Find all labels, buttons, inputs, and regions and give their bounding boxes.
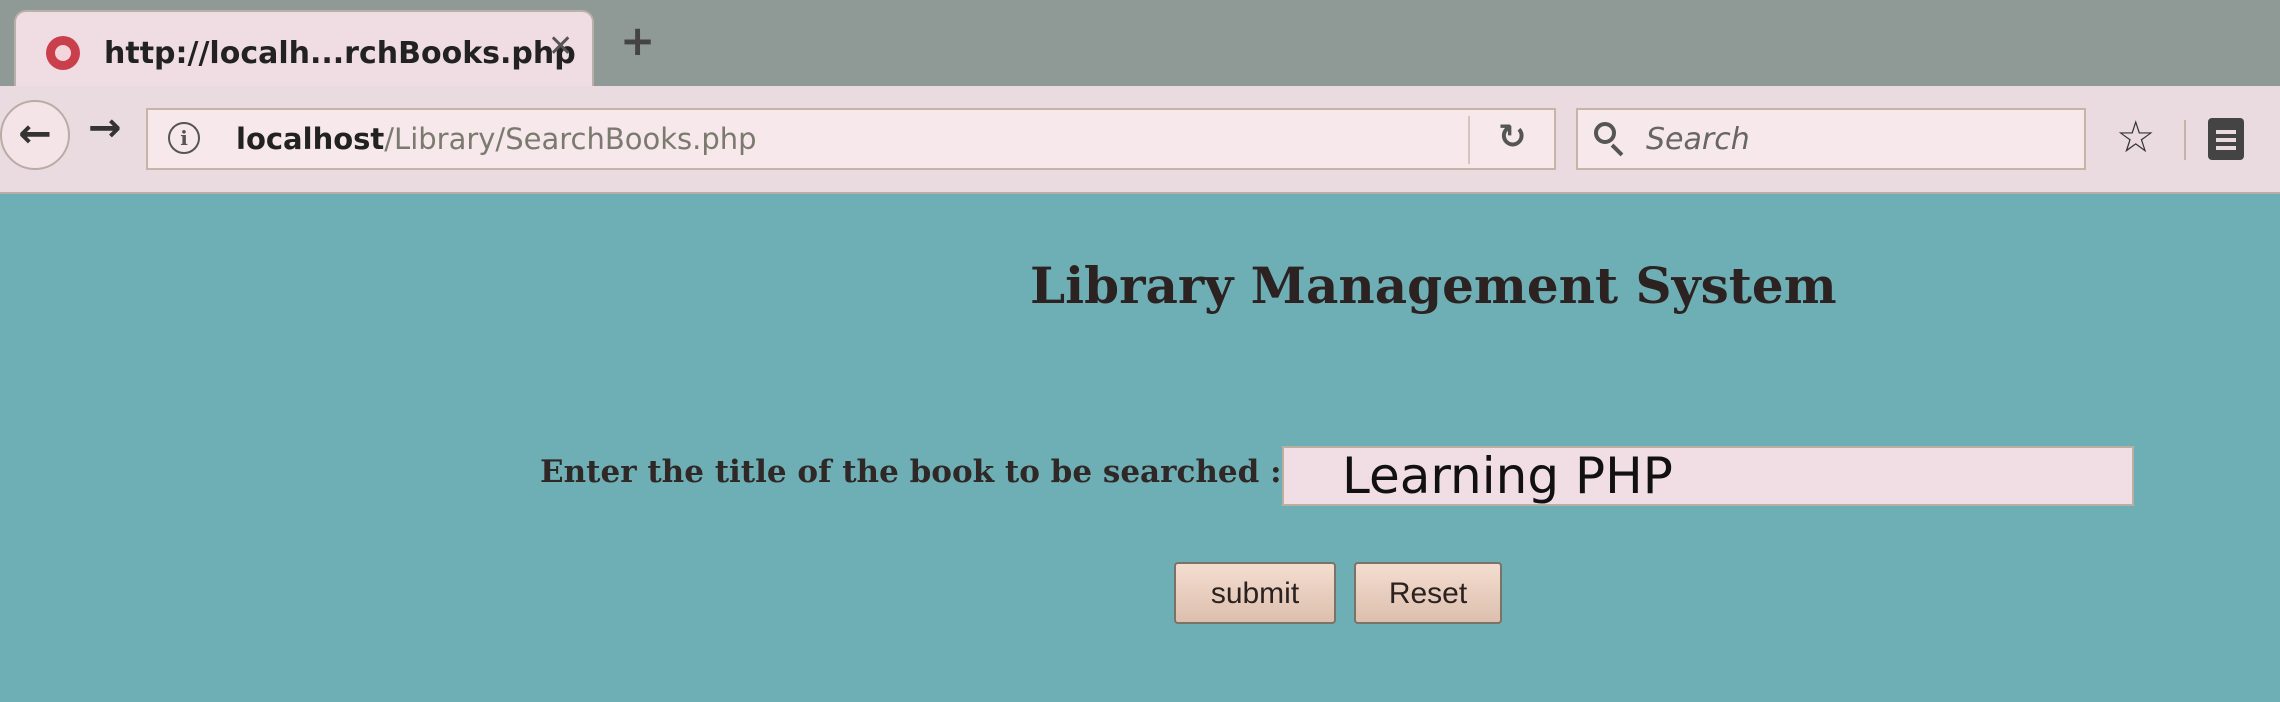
browser-tab[interactable]: http://localh...rchBooks.php ✕ [14,10,594,90]
browser-search-bar[interactable]: Search [1576,108,2086,170]
back-arrow-icon: ← [18,111,52,157]
page-content: Library Management System Enter the titl… [0,194,2280,702]
navigation-bar: ← → i localhost/Library/SearchBooks.php … [0,86,2280,194]
tab-title: http://localh...rchBooks.php [104,36,576,71]
tab-strip: http://localh...rchBooks.php ✕ + [0,0,2280,90]
close-tab-icon[interactable]: ✕ [548,32,573,62]
bookmark-star-icon[interactable]: ☆ [2116,116,2155,160]
book-title-input[interactable] [1282,446,2134,506]
url-text[interactable]: localhost/Library/SearchBooks.php [236,122,757,156]
toolbar-divider [2184,120,2186,160]
url-host: localhost [236,122,385,156]
new-tab-button[interactable]: + [620,20,655,62]
reload-icon[interactable]: ↻ [1498,120,1527,154]
reading-list-icon[interactable] [2208,118,2244,160]
back-button[interactable]: ← [0,100,70,170]
page-title: Library Management System [1030,256,1837,315]
search-placeholder: Search [1646,122,1750,157]
url-path: /Library/SearchBooks.php [384,122,757,156]
submit-button[interactable]: submit [1174,562,1336,624]
address-bar[interactable]: i localhost/Library/SearchBooks.php ↻ [146,108,1556,170]
site-favicon-icon [46,36,80,70]
forward-button[interactable]: → [88,108,122,148]
reset-button[interactable]: Reset [1354,562,1502,624]
info-icon[interactable]: i [168,122,200,154]
search-icon [1594,122,1616,144]
address-bar-divider [1468,116,1470,164]
book-title-label: Enter the title of the book to be search… [540,454,1282,490]
